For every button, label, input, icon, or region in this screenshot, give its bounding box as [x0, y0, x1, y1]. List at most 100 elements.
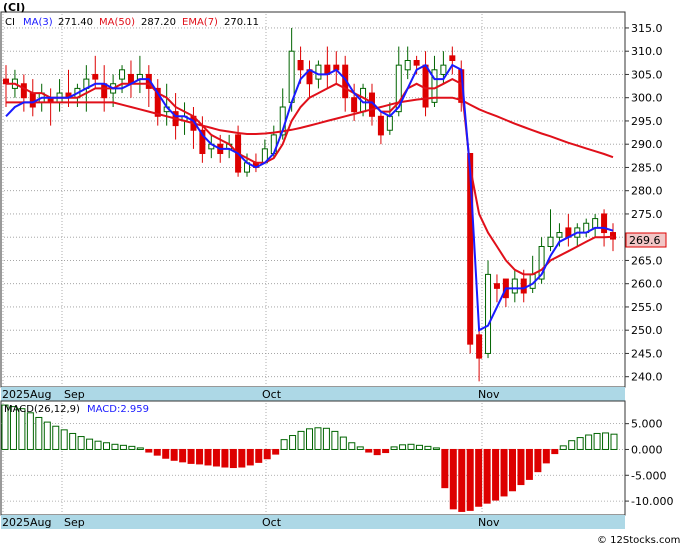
macd-bar: [103, 442, 110, 450]
x-label-sep: Sep: [64, 388, 85, 401]
macd-bar: [483, 448, 491, 504]
macd-tick-label: -10.000: [631, 495, 673, 508]
macd-bar: [128, 445, 136, 450]
macd-bar: [145, 448, 153, 453]
candle-body: [556, 232, 563, 238]
macd-bar: [238, 448, 246, 468]
macd-bar: [542, 448, 550, 464]
macd-bar: [576, 437, 584, 450]
price-tick-label: 275.0: [631, 208, 663, 221]
macd-bar: [331, 430, 339, 450]
macd-bar: [179, 448, 187, 463]
price-tick-label: 280.0: [631, 185, 663, 198]
macd-bar: [255, 448, 263, 463]
macd-bar: [382, 448, 390, 454]
candle-body: [351, 97, 358, 113]
price-tick-label: 310.0: [631, 45, 663, 58]
macd-bar: [568, 440, 576, 450]
macd-bar: [390, 446, 398, 450]
macd-bar: [432, 447, 440, 450]
price-tick-label: 240.0: [631, 371, 663, 384]
macd-bar: [525, 448, 533, 480]
macd-bar: [500, 448, 508, 497]
candle-body: [386, 115, 393, 131]
macd-bar: [43, 421, 51, 450]
candle-body: [601, 213, 608, 234]
macd-bar: [458, 448, 466, 512]
candle-body: [92, 73, 99, 80]
macd-bar: [26, 412, 34, 450]
macd-bar: [610, 433, 618, 450]
candle-body: [476, 334, 483, 359]
legend-ci: CI: [5, 17, 15, 28]
macd-bar: [263, 448, 271, 460]
candle-body: [511, 278, 518, 294]
macd-bar: [492, 448, 500, 501]
macd-bar: [415, 444, 423, 450]
price-tick-label: 260.0: [631, 278, 663, 291]
macd-bar: [86, 438, 94, 450]
macd-bar: [111, 443, 119, 450]
macd-params: MACD(26,12,9): [4, 404, 80, 415]
macd-bar: [119, 444, 127, 450]
macd-bar: [534, 448, 542, 473]
candle-body: [547, 236, 554, 247]
candle-body: [29, 92, 36, 108]
candle-body: [315, 64, 322, 80]
candle-body: [119, 69, 126, 80]
legend-ema7-value: 270.11: [224, 17, 259, 28]
macd-bar: [69, 432, 77, 450]
price-tick-label: 245.0: [631, 347, 663, 360]
macd-bar: [229, 448, 237, 469]
macd-bar: [407, 443, 415, 450]
macd-bar: [517, 448, 525, 486]
macd-bar: [136, 447, 144, 450]
price-tick-label: 295.0: [631, 115, 663, 128]
macd-bar: [559, 445, 567, 450]
macd-bar: [153, 448, 161, 456]
macd-bar: [162, 448, 170, 459]
legend-ma3-value: 271.40: [58, 17, 93, 28]
price-tick-label: 250.0: [631, 324, 663, 337]
ticker-label: (CI): [3, 1, 25, 14]
macd-bar: [94, 440, 102, 450]
macd-bar: [424, 445, 432, 450]
macd-bar: [35, 416, 43, 450]
macd-bar: [289, 435, 297, 450]
candle-body: [449, 55, 456, 61]
x-label-nov: Nov: [478, 388, 500, 401]
candle-body: [377, 115, 384, 136]
macd-x-label-2025aug: 2025Aug: [2, 516, 51, 529]
macd-bar: [365, 448, 373, 453]
candle-body: [288, 50, 295, 103]
candle-body: [404, 60, 411, 71]
macd-bar: [449, 448, 457, 510]
legend-ema7-label: EMA(7): [182, 17, 218, 28]
candle-body: [440, 64, 447, 75]
candle-body: [297, 60, 304, 71]
macd-bar: [314, 427, 322, 450]
candle-body: [101, 83, 108, 99]
macd-tick-label: 0.000: [631, 443, 663, 456]
stock-chart: 240.0245.0250.0255.0260.0265.0270.0275.0…: [0, 0, 680, 546]
price-tick-label: 300.0: [631, 92, 663, 105]
candle-body: [520, 278, 527, 294]
price-tick-label: 285.0: [631, 161, 663, 174]
macd-bar: [322, 427, 330, 450]
macd-bar: [306, 428, 313, 450]
macd-bar: [280, 439, 288, 450]
candle-body: [413, 60, 420, 66]
macd-bar: [348, 442, 356, 450]
macd-bar: [509, 448, 516, 492]
candle-body: [485, 273, 492, 354]
x-label-2025aug: 2025Aug: [2, 388, 51, 401]
macd-bar: [356, 446, 364, 450]
macd-bar: [170, 448, 178, 461]
macd-value: MACD:2.959: [87, 404, 149, 415]
watermark: © 12Stocks.com: [597, 535, 680, 546]
macd-tick-label: 5.000: [631, 418, 663, 431]
macd-bar: [221, 448, 229, 468]
macd-bar: [339, 436, 347, 450]
macd-bar: [593, 432, 601, 450]
macd-bar: [399, 444, 407, 450]
